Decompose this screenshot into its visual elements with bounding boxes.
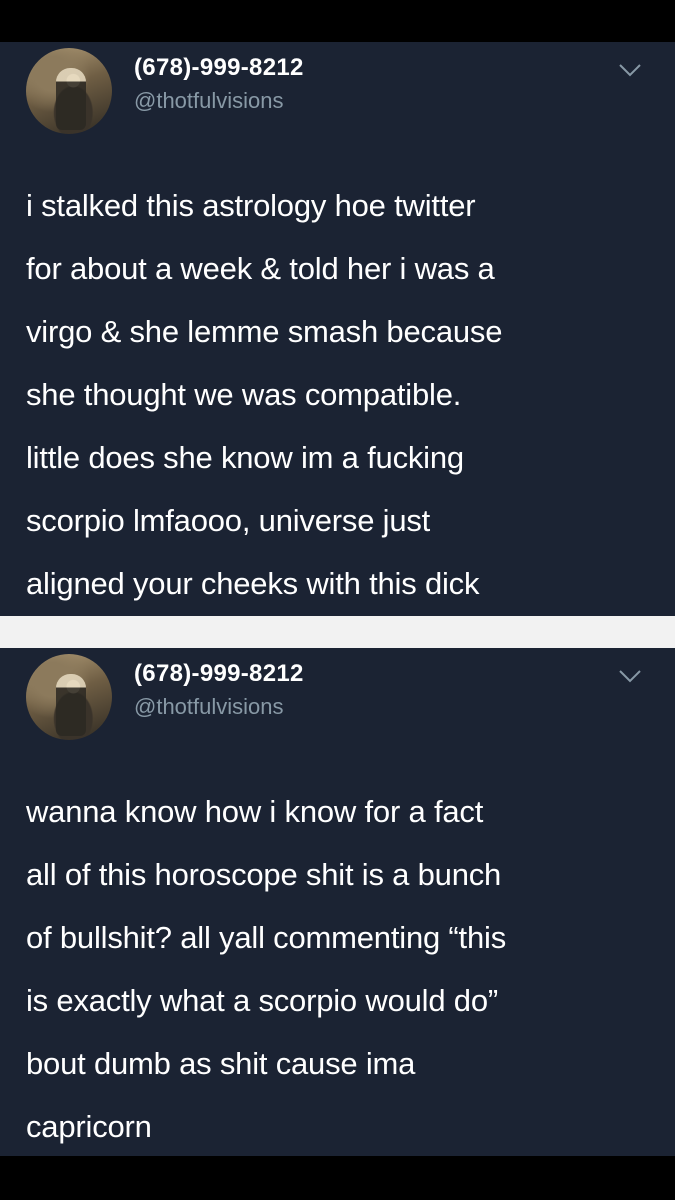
tweet-card[interactable]: (678)-999-8212 @thotfulvisions wanna kno… bbox=[0, 648, 675, 1156]
tweet-text: wanna know how i know for a fact all of … bbox=[26, 780, 655, 1158]
tweet-text-line: i stalked this astrology hoe twitter bbox=[26, 188, 476, 223]
tweet-text-line: all of this horoscope shit is a bunch bbox=[26, 857, 502, 892]
tweet-card[interactable]: (678)-999-8212 @thotfulvisions i stalked… bbox=[0, 42, 675, 616]
tweet-text-line: scorpio lmfaooo, universe just bbox=[26, 503, 431, 538]
tweet-text-line: wanna know how i know for a fact bbox=[26, 794, 484, 829]
avatar[interactable] bbox=[26, 48, 112, 134]
tweet-text-line: capricorn bbox=[26, 1109, 152, 1144]
tweet-text-line: aligned your cheeks with this dick bbox=[26, 566, 480, 601]
tweet-text-line: of bullshit? all yall commenting “this bbox=[26, 920, 506, 955]
screenshot-stage: (678)-999-8212 @thotfulvisions i stalked… bbox=[0, 0, 675, 1200]
chevron-down-icon[interactable] bbox=[617, 60, 643, 80]
tweet-text-line: little does she know im a fucking bbox=[26, 440, 464, 475]
display-name[interactable]: (678)-999-8212 bbox=[134, 660, 304, 688]
tweet-text-line: she thought we was compatible. bbox=[26, 377, 462, 412]
user-handle[interactable]: @thotfulvisions bbox=[134, 88, 284, 114]
tweet-text-line: is exactly what a scorpio would do” bbox=[26, 983, 499, 1018]
tweet-text-line: for about a week & told her i was a bbox=[26, 251, 495, 286]
avatar[interactable] bbox=[26, 654, 112, 740]
divider bbox=[0, 616, 675, 648]
chevron-down-icon[interactable] bbox=[617, 666, 643, 686]
user-handle[interactable]: @thotfulvisions bbox=[134, 694, 284, 720]
tweet-text-line: virgo & she lemme smash because bbox=[26, 314, 503, 349]
tweet-text: i stalked this astrology hoe twitter for… bbox=[26, 174, 655, 615]
display-name[interactable]: (678)-999-8212 bbox=[134, 54, 304, 82]
tweet-text-line: bout dumb as shit cause ima bbox=[26, 1046, 416, 1081]
